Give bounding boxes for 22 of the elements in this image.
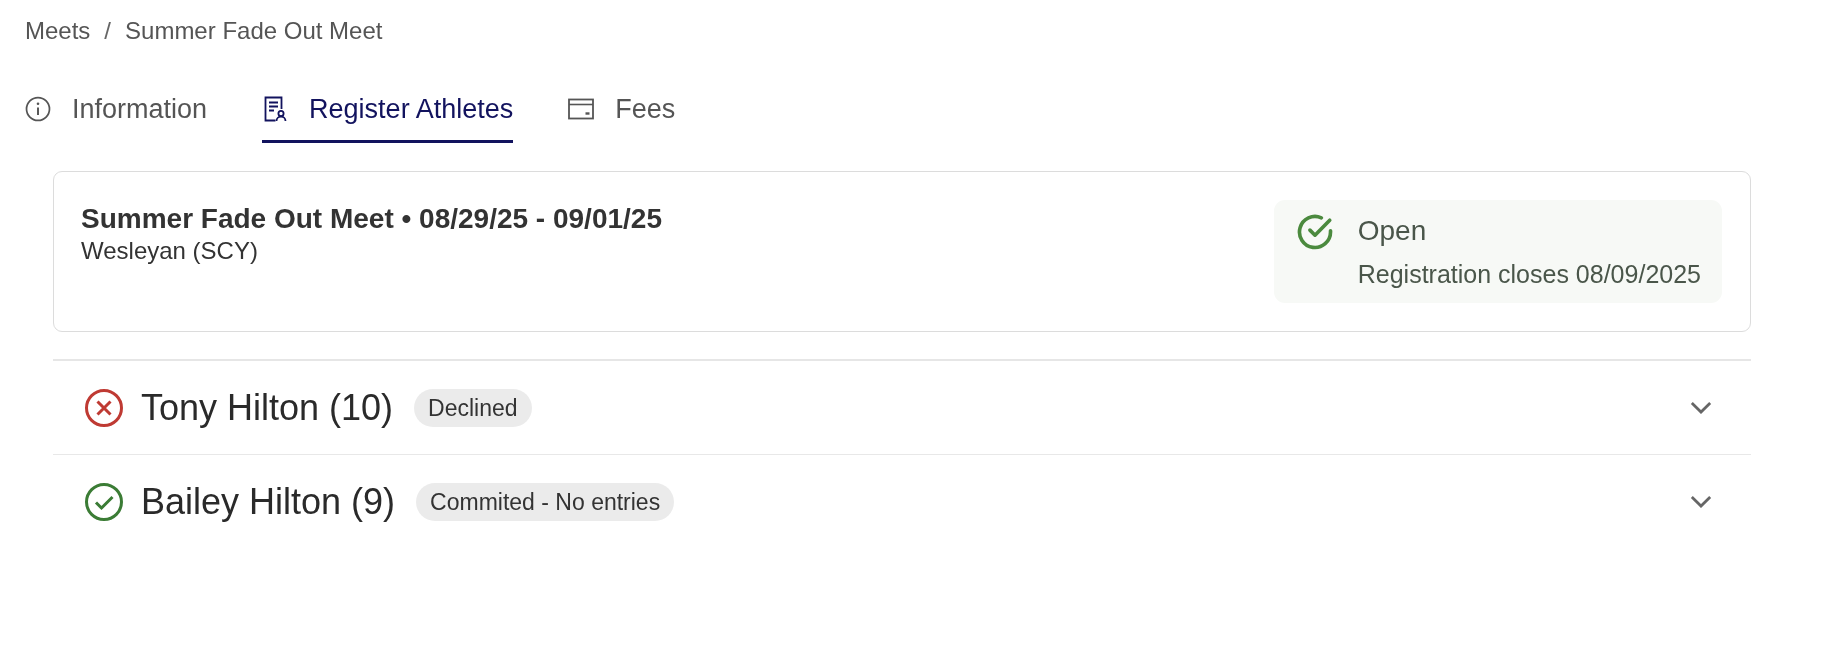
status-label: Open [1357,214,1428,248]
status-badge: Commited - No entries [416,482,675,521]
chevron-down-icon[interactable] [1690,401,1712,414]
breadcrumb-separator: / [104,17,112,45]
document-person-icon [262,96,289,122]
breadcrumb-link[interactable]: Meets [25,17,91,45]
tab[interactable]: Information [25,80,208,143]
athlete-name: Bailey Hilton (9) [141,480,396,523]
x-circle-icon [84,387,124,428]
meet-venue: Wesleyan (SCY) [81,236,259,266]
card-icon [568,96,595,122]
breadcrumb-current: Summer Fade Out Meet [125,17,383,45]
tab[interactable]: Fees [568,80,676,143]
chevron-down-icon[interactable] [1690,495,1712,508]
status-note: Registration closes 08/09/2025 [1357,259,1701,289]
check-circle-icon [1295,213,1334,251]
info-icon [25,96,51,122]
status-badge: Declined [414,388,532,427]
tab[interactable]: Register Athletes [262,80,514,143]
meet-title: Summer Fade Out Meet • 08/29/25 - 09/01/25 [81,202,662,236]
athlete-name: Tony Hilton (10) [141,386,394,429]
check-circle-icon [84,481,124,522]
